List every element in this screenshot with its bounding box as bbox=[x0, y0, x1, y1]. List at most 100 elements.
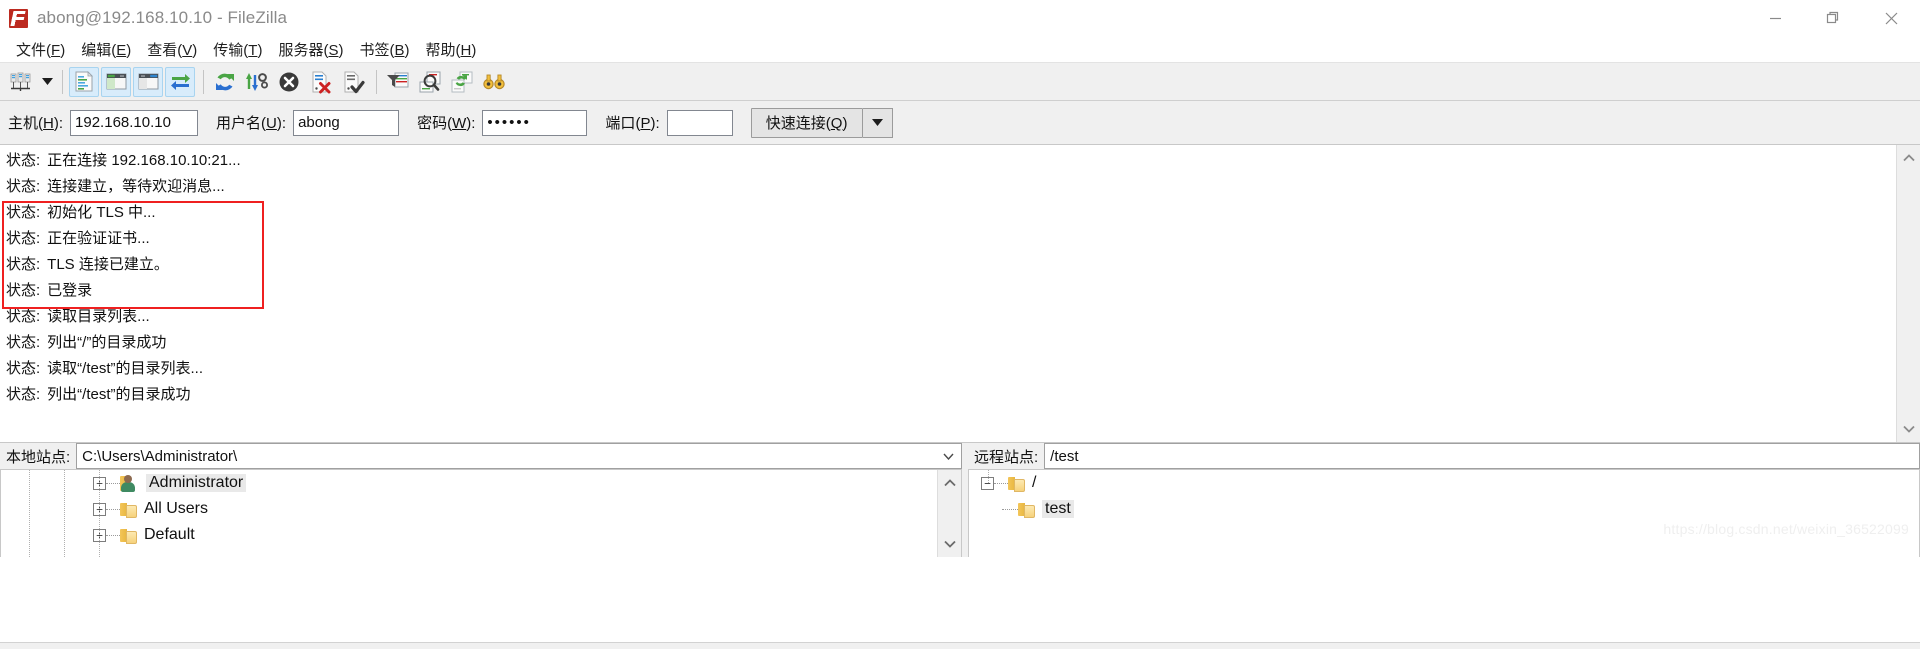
cancel-operation-button[interactable] bbox=[274, 67, 304, 97]
process-queue-button[interactable] bbox=[242, 67, 272, 97]
menu-item-file[interactable]: 文件(F) bbox=[8, 37, 73, 62]
filter-button[interactable] bbox=[383, 67, 413, 97]
menu-item-file-mnemonic: F bbox=[51, 41, 61, 59]
toolbar bbox=[0, 62, 1920, 101]
username-label-text: 用户名 bbox=[216, 115, 262, 132]
menu-item-view[interactable]: 查看(V) bbox=[139, 37, 205, 62]
chevron-down-icon bbox=[1902, 425, 1915, 433]
log-line-prefix: 状态: bbox=[6, 334, 41, 351]
tree-connector bbox=[1002, 508, 1018, 510]
chevron-down-icon bbox=[942, 453, 954, 460]
close-button[interactable] bbox=[1862, 0, 1920, 36]
local-tree-row[interactable]: + Default bbox=[1, 522, 961, 548]
log-line-text: 正在验证证书... bbox=[47, 230, 150, 247]
cancel-operation-icon bbox=[279, 72, 299, 91]
maximize-button[interactable] bbox=[1804, 0, 1862, 36]
log-line-text: 读取目录列表... bbox=[47, 308, 150, 325]
toggle-message-log-button[interactable] bbox=[69, 66, 99, 97]
menu-item-bookmarks[interactable]: 书签(B) bbox=[351, 37, 417, 62]
tree-guide-line bbox=[988, 470, 989, 483]
remote-tree-row[interactable]: test bbox=[969, 470, 1919, 522]
menu-item-edit[interactable]: 编辑(E) bbox=[73, 37, 139, 62]
remote-site-path-value: /test bbox=[1050, 447, 1079, 465]
quick-connect-button[interactable]: 快速连接(Q) bbox=[750, 107, 863, 138]
site-panels: 本地站点: C:\Users\Administrator\ + Administ… bbox=[0, 443, 1920, 557]
log-scroll-down-button[interactable] bbox=[1897, 420, 1920, 438]
log-line: 状态: 正在验证证书... bbox=[0, 227, 1920, 253]
menu-bar: 文件(F) 编辑(E) 查看(V) 传输(T) 服务器(S) 书签(B) 帮助(… bbox=[0, 36, 1920, 62]
port-input[interactable] bbox=[666, 109, 733, 136]
log-line-text: 初始化 TLS 中... bbox=[47, 204, 156, 221]
toggle-transfer-queue-button[interactable] bbox=[165, 66, 195, 97]
log-line-text: 已登录 bbox=[47, 282, 93, 299]
username-input[interactable] bbox=[293, 109, 400, 136]
site-manager-dropdown-button[interactable] bbox=[38, 67, 56, 97]
menu-item-edit-mnemonic: E bbox=[116, 41, 127, 59]
log-line-text: TLS 连接已建立。 bbox=[47, 256, 169, 273]
tree-guide-line bbox=[64, 470, 65, 557]
log-scroll-up-button[interactable] bbox=[1897, 149, 1920, 167]
menu-item-help-label: 帮助 bbox=[425, 41, 456, 59]
synchronized-browsing-icon bbox=[451, 71, 473, 92]
log-line-prefix: 状态: bbox=[6, 282, 41, 299]
local-tree-row-label: Default bbox=[144, 526, 195, 543]
compare-directories-button[interactable] bbox=[415, 67, 445, 97]
remote-directory-tree[interactable]: − / test https://blog.csdn.net/weixin_36… bbox=[968, 470, 1920, 557]
menu-item-bookmarks-label: 书签 bbox=[359, 41, 390, 59]
synchronized-browsing-button[interactable] bbox=[447, 67, 477, 97]
watermark-text: https://blog.csdn.net/weixin_36522099 bbox=[1663, 521, 1909, 537]
log-scrollbar[interactable] bbox=[1896, 145, 1920, 442]
menu-item-server[interactable]: 服务器(S) bbox=[270, 37, 351, 62]
host-input[interactable] bbox=[70, 109, 199, 136]
message-log-list: 状态: 正在连接 192.168.10.10:21... 状态: 连接建立，等待欢迎… bbox=[0, 145, 1920, 409]
log-line: 状态: 已登录 bbox=[0, 279, 1920, 305]
local-site-header: 本地站点: C:\Users\Administrator\ bbox=[0, 443, 962, 470]
log-line: 状态: 列出“/”的目录成功 bbox=[0, 331, 1920, 357]
local-tree-row[interactable]: + Administrator bbox=[1, 470, 961, 496]
local-tree-scrollbar[interactable] bbox=[937, 470, 961, 557]
quick-connect-history-button[interactable] bbox=[862, 107, 893, 138]
disconnect-button[interactable] bbox=[306, 67, 336, 97]
chevron-up-icon bbox=[1902, 154, 1915, 162]
minimize-button[interactable] bbox=[1746, 0, 1804, 36]
log-line: 状态: 列出“/test”的目录成功 bbox=[0, 383, 1920, 409]
local-tree-row-label: All Users bbox=[144, 500, 209, 517]
username-label: 用户名(U): bbox=[216, 115, 287, 132]
window-controls bbox=[1746, 0, 1920, 36]
local-tree-scroll-down-button[interactable] bbox=[938, 535, 962, 553]
menu-item-edit-label: 编辑 bbox=[81, 41, 112, 59]
quick-connect-button-label: 快速连接 bbox=[765, 115, 826, 132]
site-manager-dropdown-caret-icon bbox=[41, 78, 53, 85]
password-input[interactable] bbox=[482, 109, 588, 136]
local-site-path-field[interactable]: C:\Users\Administrator\ bbox=[77, 443, 962, 469]
reconnect-button[interactable] bbox=[338, 67, 368, 97]
close-icon bbox=[1885, 12, 1897, 24]
port-label: 端口(P): bbox=[605, 115, 660, 132]
remote-site-path-field[interactable]: /test bbox=[1045, 443, 1920, 469]
site-manager-button[interactable] bbox=[6, 67, 36, 97]
menu-item-help-mnemonic: H bbox=[460, 41, 472, 59]
toggle-remote-tree-button[interactable] bbox=[133, 66, 163, 97]
refresh-button[interactable] bbox=[210, 67, 240, 97]
log-line-prefix: 状态: bbox=[6, 360, 41, 377]
remote-site-panel: 远程站点: /test − / test https://blog.csdn.n… bbox=[968, 443, 1920, 557]
menu-item-bookmarks-mnemonic: B bbox=[394, 41, 405, 59]
local-site-path-value: C:\Users\Administrator\ bbox=[82, 447, 238, 465]
log-line-text: 连接建立，等待欢迎消息... bbox=[47, 178, 225, 195]
local-tree-scroll-up-button[interactable] bbox=[938, 474, 962, 492]
password-label-mnemonic: W bbox=[452, 115, 467, 132]
menu-item-help[interactable]: 帮助(H) bbox=[418, 37, 485, 62]
remote-site-header: 远程站点: /test bbox=[968, 443, 1920, 470]
compare-directories-icon bbox=[419, 71, 441, 92]
local-site-path-dropdown-button[interactable] bbox=[939, 444, 957, 468]
toggle-remote-tree-icon bbox=[138, 73, 158, 90]
remote-tree-row[interactable]: − / bbox=[969, 470, 1919, 496]
search-remote-files-button[interactable] bbox=[479, 67, 509, 97]
menu-item-transfer[interactable]: 传输(T) bbox=[205, 37, 270, 62]
toggle-local-tree-button[interactable] bbox=[101, 66, 131, 97]
tree-connector bbox=[994, 482, 1008, 484]
menu-item-transfer-label: 传输 bbox=[213, 41, 244, 59]
local-tree-row[interactable]: + All Users bbox=[1, 496, 961, 522]
local-site-label: 本地站点: bbox=[0, 443, 78, 469]
local-directory-tree[interactable]: + Administrator + All Users + Default bbox=[0, 470, 962, 557]
